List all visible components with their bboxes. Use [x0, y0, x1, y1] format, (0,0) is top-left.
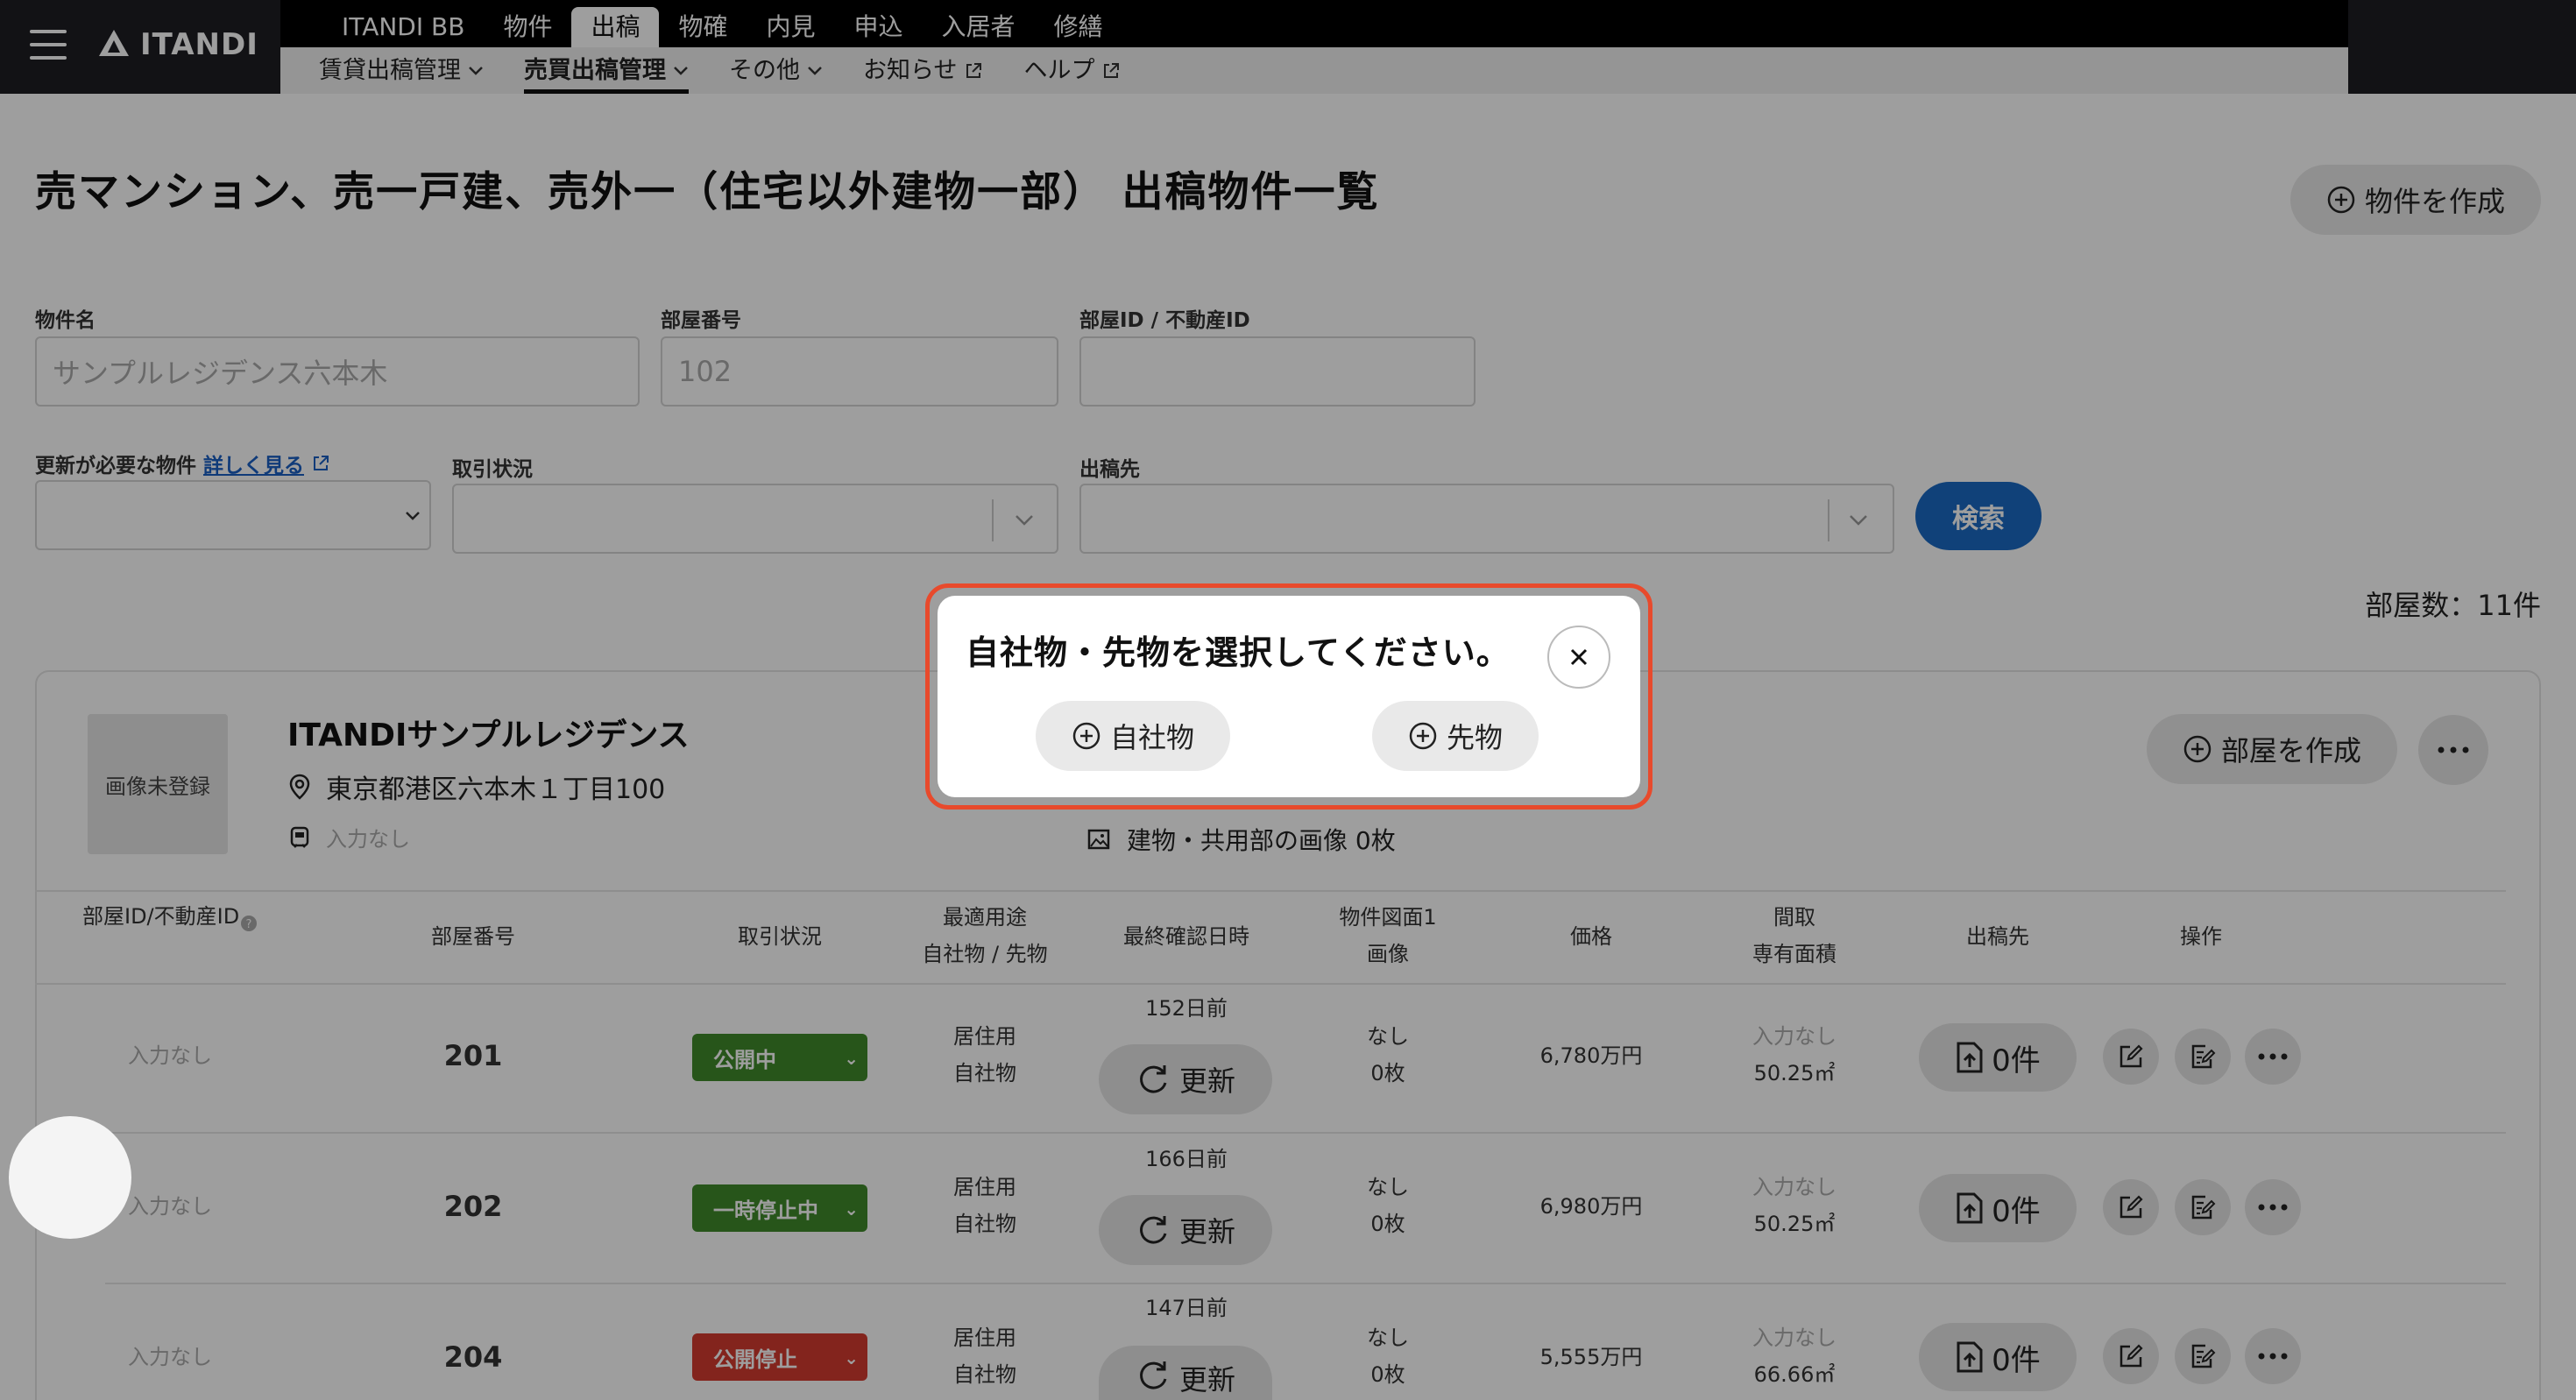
ownership-select-modal: 自社物・先物を選択してください。 自社物 先物: [938, 596, 1640, 797]
own-property-label: 自社物: [1109, 721, 1194, 754]
plus-circle-icon: [1409, 722, 1437, 750]
modal-close-button[interactable]: [1547, 626, 1610, 689]
other-property-button[interactable]: 先物: [1372, 701, 1539, 771]
own-property-button[interactable]: 自社物: [1036, 701, 1230, 771]
floating-action-button[interactable]: [9, 1116, 131, 1239]
other-property-label: 先物: [1446, 721, 1503, 754]
modal-title: 自社物・先物を選択してください。: [966, 633, 1511, 672]
plus-circle-icon: [1072, 722, 1100, 750]
close-icon: [1570, 648, 1588, 666]
